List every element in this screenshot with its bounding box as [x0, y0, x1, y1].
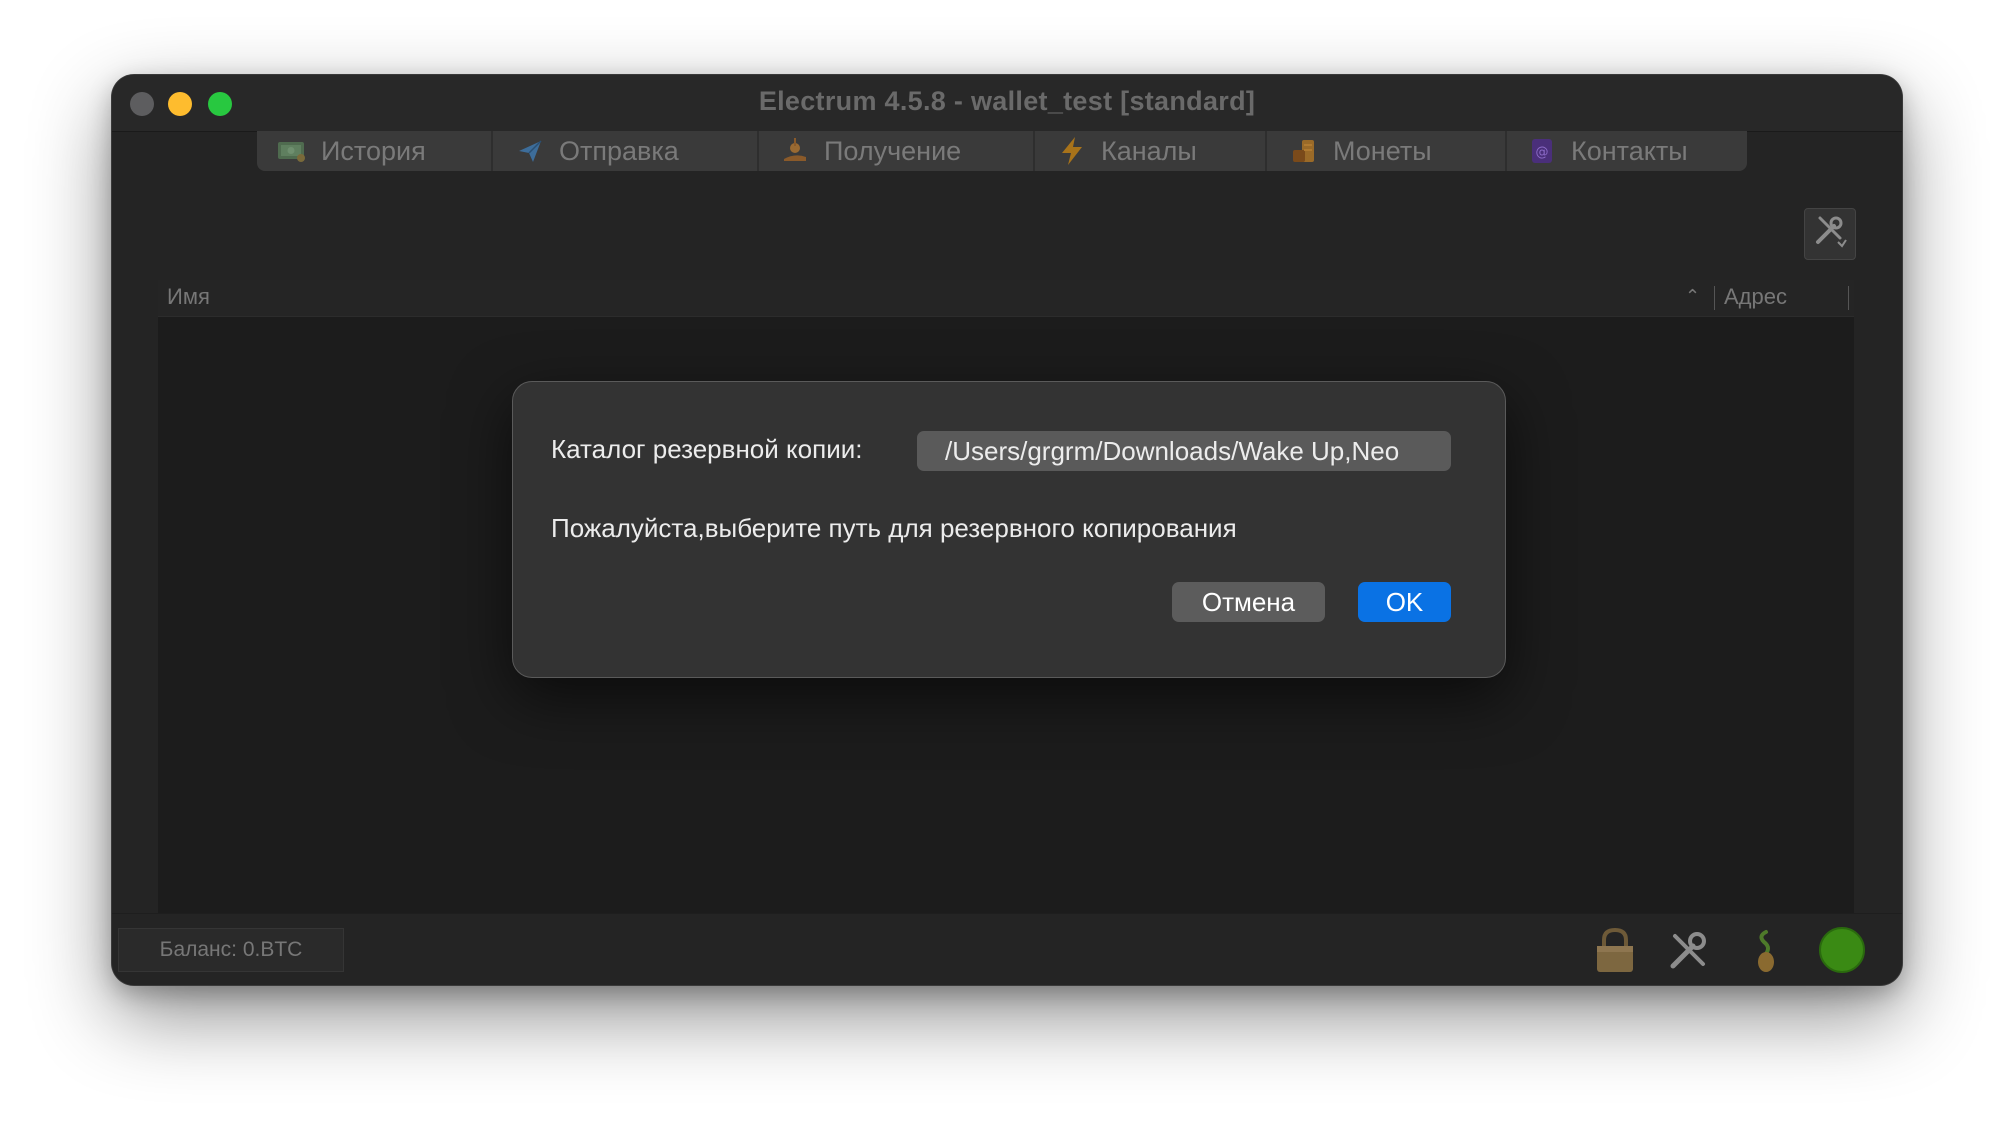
tools-icon[interactable]	[1665, 926, 1713, 974]
tab-history[interactable]: История	[277, 131, 426, 171]
tab-divider	[757, 131, 759, 171]
title-bar: Electrum 4.5.8 - wallet_test [standard]	[112, 75, 1902, 132]
ok-button[interactable]: OK	[1358, 582, 1451, 622]
status-bar: Баланс: 0.BTC	[112, 913, 1902, 985]
tab-history-label: История	[321, 135, 426, 166]
sort-ascending-icon: ⌃	[1685, 286, 1701, 306]
tab-coins[interactable]: Монеты	[1289, 131, 1432, 171]
seed-icon[interactable]	[1742, 926, 1790, 974]
tab-channels[interactable]: Каналы	[1057, 131, 1197, 171]
column-divider[interactable]	[1848, 286, 1849, 310]
coins-icon	[1289, 136, 1319, 166]
receive-icon	[780, 136, 810, 166]
backup-directory-field[interactable]: /Users/grgrm/Downloads/Wake Up,Neo	[917, 431, 1451, 471]
tab-coins-label: Монеты	[1333, 135, 1432, 166]
lock-icon[interactable]	[1591, 926, 1639, 974]
lightning-icon	[1057, 136, 1087, 166]
column-header-address[interactable]: Адрес	[1724, 284, 1787, 310]
tab-bar: История Отправка Получение Каналы Монеты…	[257, 131, 1747, 171]
tab-contacts[interactable]: @ Контакты	[1527, 131, 1688, 171]
window-title: Electrum 4.5.8 - wallet_test [standard]	[758, 86, 1256, 116]
tab-send[interactable]: Отправка	[515, 131, 679, 171]
svg-text:@: @	[1536, 145, 1549, 160]
table-tools-button[interactable]	[1804, 208, 1856, 260]
tab-divider	[491, 131, 493, 171]
tab-divider	[1505, 131, 1507, 171]
network-status-icon[interactable]	[1818, 926, 1866, 974]
tab-channels-label: Каналы	[1101, 135, 1197, 166]
send-icon	[515, 136, 545, 166]
tab-divider	[1033, 131, 1035, 171]
backup-prompt-message: Пожалуйста,выберите путь для резервного …	[551, 513, 1237, 543]
backup-directory-label: Каталог резервной копии:	[551, 434, 863, 464]
tab-send-label: Отправка	[559, 135, 679, 166]
column-divider[interactable]	[1714, 286, 1715, 310]
tab-receive-label: Получение	[824, 135, 962, 166]
history-icon	[277, 136, 307, 166]
backup-dialog: Каталог резервной копии: /Users/grgrm/Do…	[512, 381, 1506, 678]
balance-label: Баланс: 0.BTC	[118, 928, 344, 972]
cancel-button[interactable]: Отмена	[1172, 582, 1325, 622]
tools-icon	[1812, 212, 1848, 256]
tab-divider	[1265, 131, 1267, 171]
column-header-name[interactable]: Имя	[167, 284, 210, 310]
contacts-icon: @	[1527, 136, 1557, 166]
tab-contacts-label: Контакты	[1571, 135, 1688, 166]
table-header: Имя ⌃ Адрес	[158, 280, 1854, 317]
tab-receive[interactable]: Получение	[780, 131, 961, 171]
